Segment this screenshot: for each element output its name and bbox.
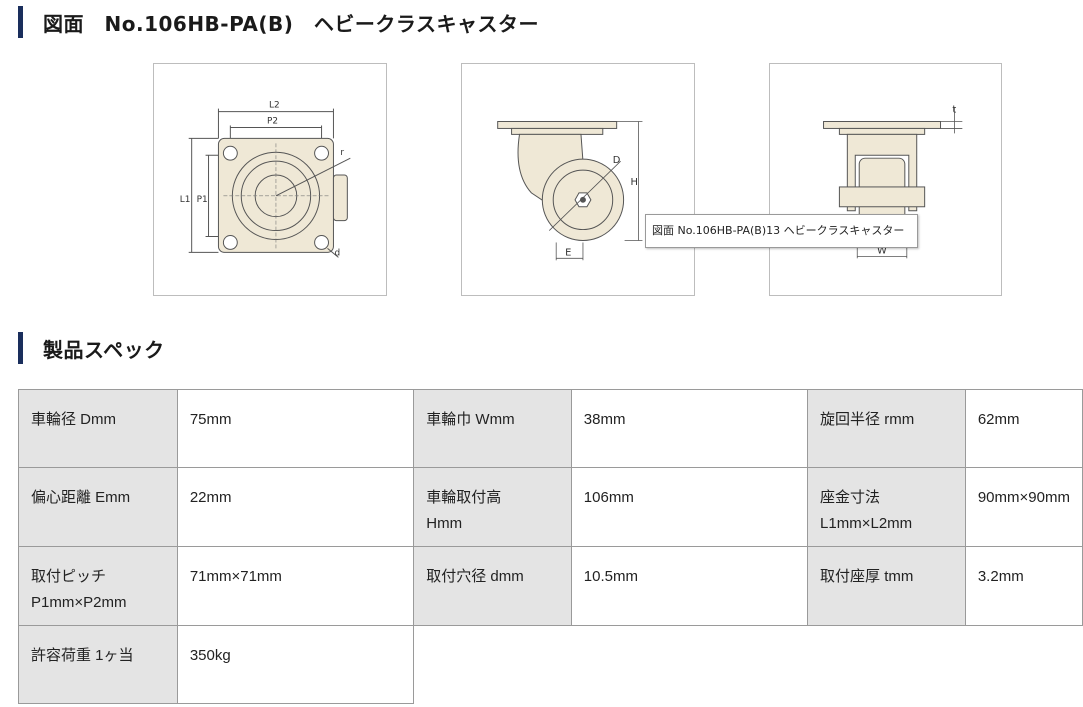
side-view-svg: D H E — [497, 121, 643, 261]
fig2-label-d: D — [613, 155, 621, 166]
spec-label: 旋回半径 rmm — [807, 389, 966, 468]
spec-label: 車輪巾 Wmm — [413, 389, 572, 468]
spec-value: 3.2mm — [964, 546, 1083, 626]
side-view-drawing[interactable]: D H E — [461, 63, 695, 296]
spec-value: 71mm×71mm — [176, 546, 415, 626]
top-view-svg: L2 P2 L1 P1 r d — [180, 101, 351, 258]
spec-value: 38mm — [570, 389, 809, 468]
spec-label: 偏心距離 Emm — [18, 467, 178, 547]
spec-section-title: 製品スペック — [43, 337, 165, 362]
fig2-label-h: H — [631, 177, 638, 188]
spec-label: 車輪径 Dmm — [18, 389, 178, 468]
fig2-label-e: E — [565, 247, 571, 258]
table-row: 偏心距離 Emm 22mm 車輪取付高 Hmm 106mm 座金寸法 L1mm×L2… — [18, 467, 1083, 547]
spec-value: 106mm — [570, 467, 809, 547]
table-row: 車輪径 Dmm 75mm 車輪巾 Wmm 38mm 旋回半径 rmm 62mm — [18, 389, 1083, 468]
front-view-drawing[interactable]: t W — [769, 63, 1002, 296]
fig1-label-p1: P1 — [197, 195, 208, 205]
fig1-label-l2: L2 — [269, 101, 280, 111]
spec-label: 座金寸法 L1mm×L2mm — [807, 467, 966, 547]
spec-label: 取付穴径 dmm — [413, 546, 572, 626]
spec-value: 62mm — [964, 389, 1083, 468]
heading-accent-bar — [18, 6, 23, 38]
fig1-label-d: d — [334, 248, 340, 258]
drawing-section-heading: 図面 No.106HB-PA(B) ヘビークラスキャスター — [18, 6, 539, 38]
spec-value: 75mm — [176, 389, 415, 468]
spec-value: 10.5mm — [570, 546, 809, 626]
fig1-label-l1: L1 — [180, 195, 191, 205]
image-tooltip: 図面 No.106HB-PA(B)13 ヘビークラスキャスター — [645, 214, 918, 248]
empty-cell — [413, 625, 1083, 704]
spec-section-heading: 製品スペック — [18, 332, 165, 364]
fig3-label-t: t — [952, 105, 956, 116]
spec-table: 車輪径 Dmm 75mm 車輪巾 Wmm 38mm 旋回半径 rmm 62mm … — [18, 389, 1083, 704]
spec-label: 取付ピッチ P1mm×P2mm — [18, 546, 178, 626]
top-view-drawing[interactable]: L2 P2 L1 P1 r d — [153, 63, 387, 296]
spec-value: 90mm×90mm — [964, 467, 1083, 547]
fig1-label-r: r — [340, 148, 344, 158]
table-row: 取付ピッチ P1mm×P2mm 71mm×71mm 取付穴径 dmm 10.5mm… — [18, 546, 1083, 626]
heading-accent-bar — [18, 332, 23, 364]
spec-value: 22mm — [176, 467, 415, 547]
fig1-label-p2: P2 — [267, 116, 278, 126]
spec-label: 取付座厚 tmm — [807, 546, 966, 626]
table-row: 許容荷重 1ヶ当 350kg — [18, 625, 1083, 704]
drawing-section-title: 図面 No.106HB-PA(B) ヘビークラスキャスター — [43, 11, 540, 36]
front-view-svg: t W — [823, 105, 963, 259]
spec-label: 許容荷重 1ヶ当 — [18, 625, 178, 704]
spec-value: 350kg — [176, 625, 415, 704]
spec-label: 車輪取付高 Hmm — [413, 467, 572, 547]
